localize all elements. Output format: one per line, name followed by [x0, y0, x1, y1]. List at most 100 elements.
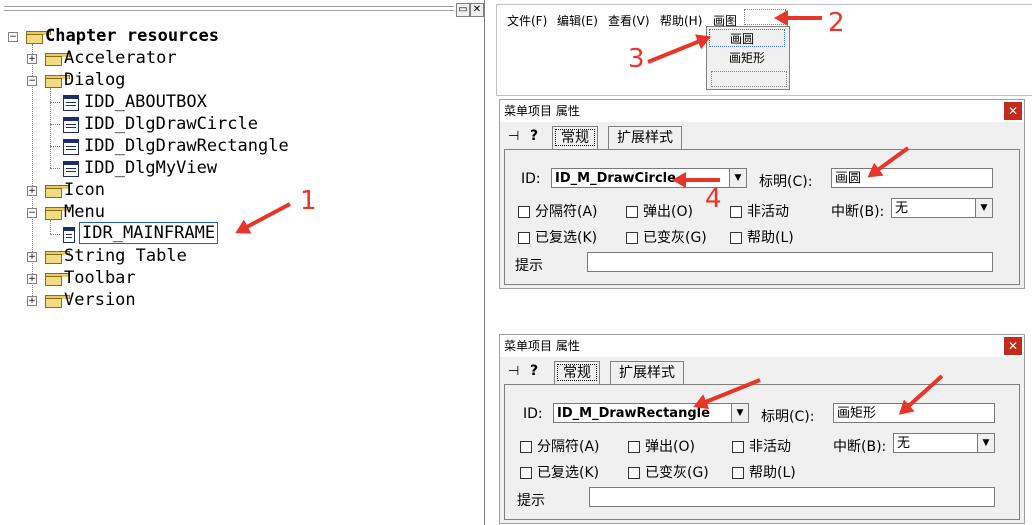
- dialog-resource-icon: [63, 139, 79, 155]
- tree-line: [50, 146, 60, 147]
- dialog-title: 菜单项目 属性: [500, 100, 1024, 122]
- prompt-input[interactable]: [587, 252, 993, 272]
- break-combo[interactable]: 无 ▼: [891, 198, 993, 218]
- tree-node-idd-dlgmyview[interactable]: IDD_DlgMyView: [84, 157, 217, 179]
- chevron-down-icon[interactable]: ▼: [975, 199, 992, 217]
- pin-icon[interactable]: ⊣: [508, 364, 519, 379]
- folder-icon: [45, 295, 70, 308]
- expand-icon[interactable]: +: [27, 54, 37, 64]
- tab-strip: ⊣ ? 常规 扩展样式: [500, 126, 1024, 149]
- id-label: ID:: [523, 406, 543, 422]
- menu-item-edit[interactable]: 编辑(E): [557, 12, 598, 29]
- popup-new-item-slot[interactable]: [711, 71, 787, 87]
- tree-node-version[interactable]: Version: [64, 289, 136, 311]
- grayed-checkbox[interactable]: [626, 232, 638, 244]
- help-label: 帮助(L): [749, 465, 796, 481]
- chevron-down-icon[interactable]: ▼: [729, 169, 746, 187]
- menu-resource-icon: [63, 227, 75, 243]
- menu-item-help[interactable]: 帮助(H): [660, 12, 702, 29]
- inactive-label: 非活动: [749, 439, 791, 455]
- folder-icon: [45, 251, 70, 264]
- dialog-resource-icon: [63, 161, 79, 177]
- caption-label: 标明(C):: [761, 409, 815, 425]
- expand-icon[interactable]: +: [27, 296, 37, 306]
- tab-general[interactable]: 常规: [552, 126, 598, 149]
- grayed-checkbox[interactable]: [628, 467, 640, 479]
- tree-line: [50, 102, 60, 103]
- draw-popup-menu: 画圆 画矩形: [706, 26, 790, 90]
- popup-checkbox[interactable]: [626, 206, 638, 218]
- pane-grip[interactable]: [4, 10, 454, 11]
- id-combo[interactable]: ID_M_DrawRectangle ▼: [553, 403, 749, 423]
- separator-checkbox[interactable]: [520, 441, 532, 453]
- close-icon[interactable]: ✕: [1004, 337, 1022, 355]
- tree-line: [50, 168, 60, 169]
- help-checkbox[interactable]: [732, 467, 744, 479]
- help-icon[interactable]: ?: [530, 363, 538, 379]
- collapse-icon[interactable]: −: [27, 76, 37, 86]
- checked-checkbox[interactable]: [518, 232, 530, 244]
- menu-item-properties-dialog: 菜单项目 属性 ✕ ⊣ ? 常规 扩展样式 ID: ID_M_DrawCircl…: [499, 99, 1025, 289]
- tree-node-toolbar[interactable]: Toolbar: [64, 267, 136, 289]
- menu-item-view[interactable]: 查看(V): [608, 12, 650, 29]
- tree-node-accelerator[interactable]: Accelerator: [64, 47, 177, 69]
- tab-extended-styles[interactable]: 扩展样式: [610, 361, 684, 384]
- help-icon[interactable]: ?: [530, 128, 538, 144]
- id-value: ID_M_DrawCircle: [555, 171, 676, 186]
- pane-titlebar: ▭ ✕: [0, 3, 484, 17]
- grayed-label: 已变灰(G): [643, 230, 707, 246]
- break-combo[interactable]: 无 ▼: [893, 433, 995, 453]
- open-folder-icon: [26, 31, 51, 44]
- annotation-number: 2: [828, 8, 845, 38]
- chevron-down-icon[interactable]: ▼: [977, 434, 994, 452]
- prompt-input[interactable]: [589, 487, 995, 507]
- tab-general[interactable]: 常规: [554, 361, 600, 384]
- expand-icon[interactable]: +: [27, 252, 37, 262]
- tree-node-icon[interactable]: Icon: [64, 179, 105, 201]
- menu-item-file[interactable]: 文件(F): [507, 12, 547, 29]
- tab-extended-styles[interactable]: 扩展样式: [608, 126, 682, 149]
- dialog-title: 菜单项目 属性: [500, 335, 1024, 357]
- dialog-resource-icon: [63, 95, 79, 111]
- collapse-icon[interactable]: −: [27, 208, 37, 218]
- folder-icon: [45, 53, 70, 66]
- separator-label: 分隔符(A): [537, 439, 600, 455]
- caption-input[interactable]: 画圆: [831, 168, 993, 188]
- tree-node-idd-aboutbox[interactable]: IDD_ABOUTBOX: [84, 91, 207, 113]
- restore-icon[interactable]: ▭: [456, 3, 470, 17]
- tree-node-idd-dlgdrawrectangle[interactable]: IDD_DlgDrawRectangle: [84, 135, 289, 157]
- collapse-icon[interactable]: −: [8, 32, 18, 42]
- break-value: 无: [897, 436, 911, 451]
- folder-icon: [45, 185, 70, 198]
- popup-checkbox[interactable]: [628, 441, 640, 453]
- chevron-down-icon[interactable]: ▼: [731, 404, 748, 422]
- annotation-arrow: [780, 16, 822, 20]
- tree-node-idd-dlgdrawcircle[interactable]: IDD_DlgDrawCircle: [84, 113, 258, 135]
- inactive-label: 非活动: [747, 204, 789, 220]
- pin-icon[interactable]: ⊣: [508, 129, 519, 144]
- inactive-checkbox[interactable]: [730, 206, 742, 218]
- help-label: 帮助(L): [747, 230, 794, 246]
- caption-input[interactable]: 画矩形: [833, 403, 995, 423]
- pane-grip[interactable]: [4, 6, 454, 7]
- separator-checkbox[interactable]: [518, 206, 530, 218]
- expand-icon[interactable]: +: [27, 186, 37, 196]
- prompt-label: 提示: [517, 493, 545, 509]
- checked-label: 已复选(K): [535, 230, 598, 246]
- checked-checkbox[interactable]: [520, 467, 532, 479]
- popup-item-draw-circle[interactable]: 画圆: [709, 29, 785, 47]
- tree-node-idr-mainframe[interactable]: IDR_MAINFRAME: [79, 222, 219, 244]
- close-icon[interactable]: ✕: [1004, 102, 1022, 120]
- help-checkbox[interactable]: [730, 232, 742, 244]
- inactive-checkbox[interactable]: [732, 441, 744, 453]
- popup-label: 弹出(O): [645, 439, 695, 455]
- close-icon[interactable]: ✕: [470, 3, 484, 17]
- general-panel: ID: ID_M_DrawRectangle ▼ 标明(C): 画矩形 分隔符(…: [504, 384, 1020, 520]
- tree-node-menu[interactable]: Menu: [64, 201, 105, 223]
- tree-node-dialog[interactable]: Dialog: [64, 69, 125, 91]
- tree-node-string-table[interactable]: String Table: [64, 245, 187, 267]
- break-label: 中断(B):: [833, 439, 887, 455]
- tree-root[interactable]: Chapter resources: [45, 25, 219, 47]
- expand-icon[interactable]: +: [27, 274, 37, 284]
- popup-item-draw-rectangle[interactable]: 画矩形: [709, 49, 785, 67]
